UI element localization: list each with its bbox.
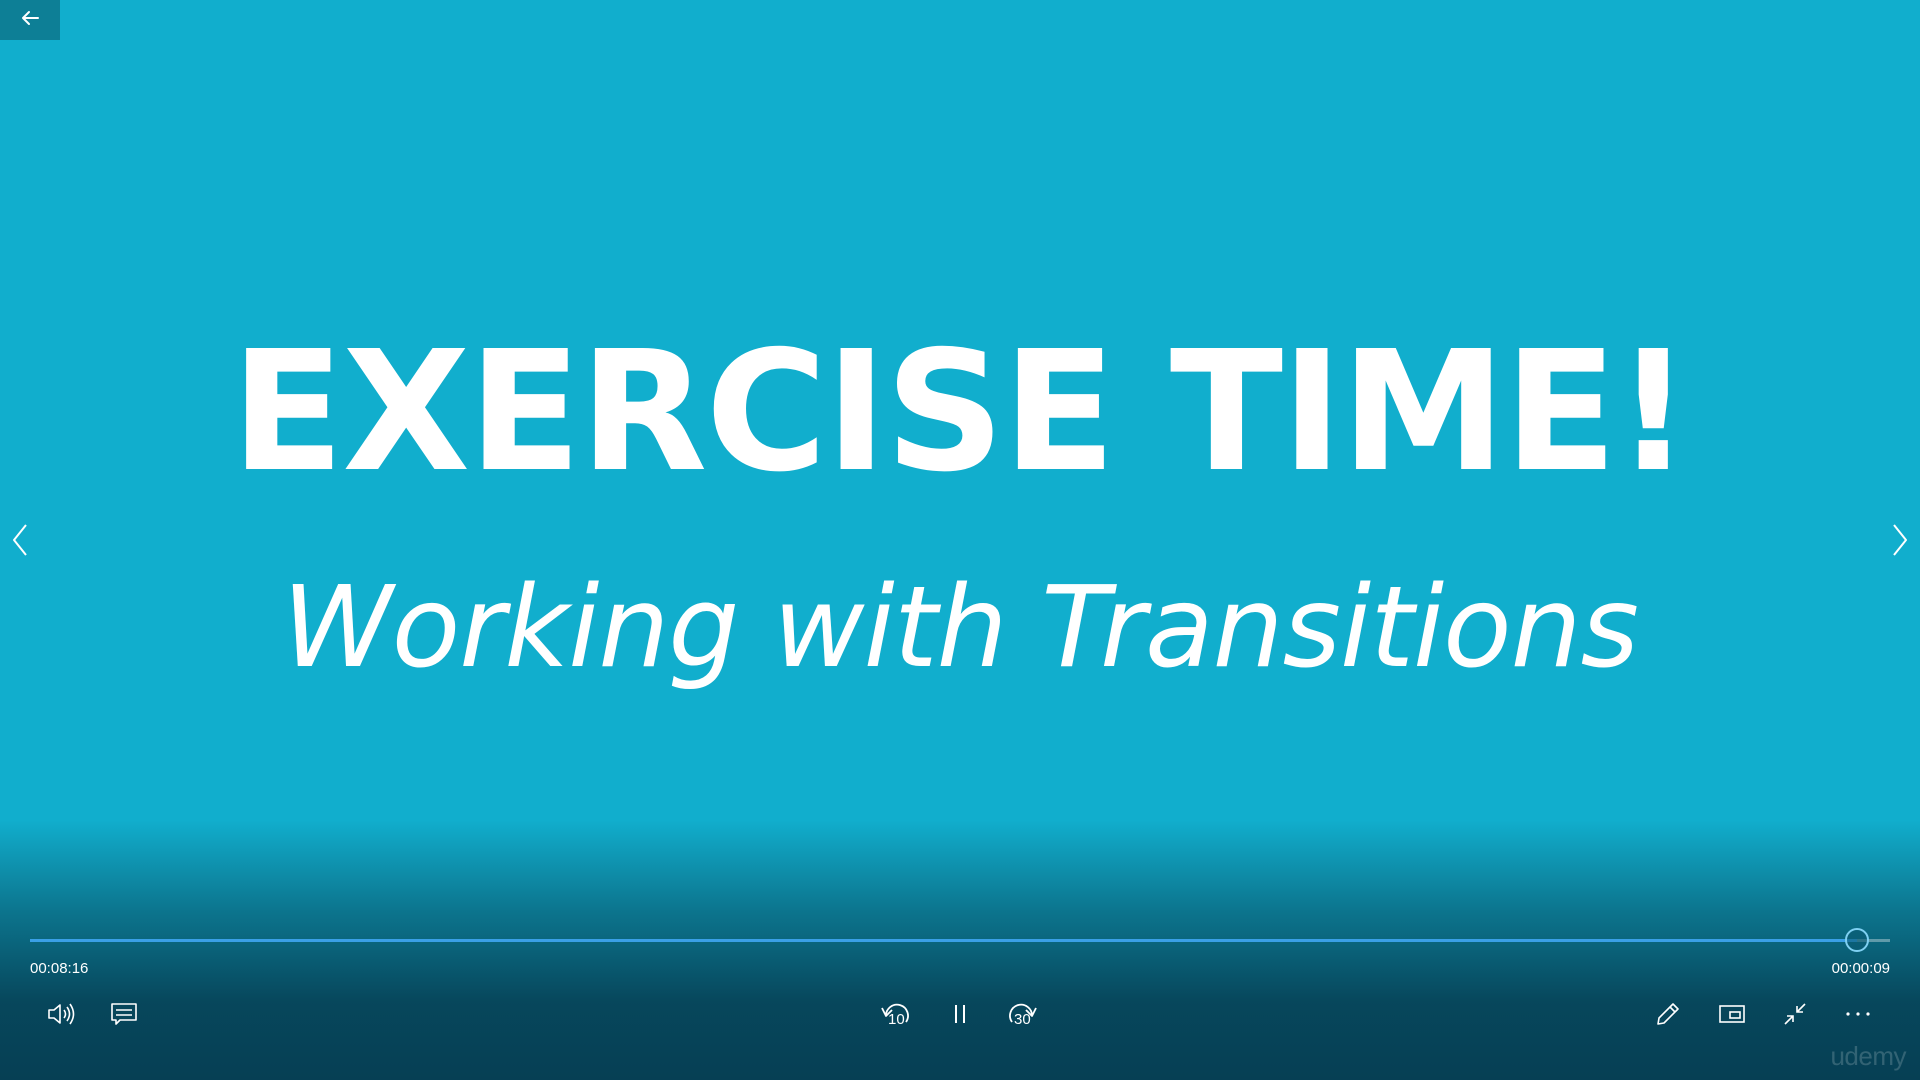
skip-forward-button[interactable]: 30 [1000, 992, 1044, 1036]
rewind-10-icon: 10 [878, 996, 914, 1032]
captions-icon [110, 1001, 138, 1027]
forward-30-icon: 30 [1004, 996, 1040, 1032]
skip-back-button[interactable]: 10 [874, 992, 918, 1036]
exit-fullscreen-icon [1781, 1000, 1809, 1028]
seek-bar-progress [30, 939, 1857, 942]
mini-view-button[interactable] [1710, 992, 1754, 1036]
back-button[interactable] [0, 0, 60, 40]
skip-back-seconds: 10 [888, 1011, 905, 1028]
pencil-icon [1654, 1000, 1682, 1028]
chevron-right-icon [1891, 523, 1909, 562]
chevron-left-icon [11, 523, 29, 562]
more-icon [1844, 1010, 1872, 1018]
volume-button[interactable] [39, 992, 83, 1036]
seek-thumb[interactable] [1844, 928, 1869, 952]
slide-subtitle: Working with Transitions [282, 563, 1639, 693]
remaining-time: 00:00:09 [1831, 960, 1890, 977]
edit-button[interactable] [1646, 992, 1690, 1036]
skip-forward-seconds: 30 [1014, 1011, 1031, 1028]
next-button[interactable] [1880, 520, 1920, 564]
previous-button[interactable] [0, 520, 40, 564]
arrow-left-icon [20, 10, 40, 31]
more-options-button[interactable] [1836, 992, 1880, 1036]
udemy-watermark: udemy [1830, 1041, 1906, 1071]
exit-fullscreen-button[interactable] [1773, 992, 1817, 1036]
pause-icon [950, 1002, 970, 1026]
mini-view-icon [1718, 1003, 1746, 1025]
controls-overlay [0, 820, 1920, 1080]
captions-button[interactable] [102, 992, 146, 1036]
elapsed-time: 00:08:16 [30, 960, 89, 977]
video-stage[interactable]: EXERCISE TIME! Working with Transitions … [0, 0, 1920, 1080]
slide-title: EXERCISE TIME! [230, 316, 1691, 509]
seek-bar[interactable] [30, 928, 1890, 952]
speaker-icon [46, 1001, 76, 1027]
pause-button[interactable] [938, 992, 982, 1036]
